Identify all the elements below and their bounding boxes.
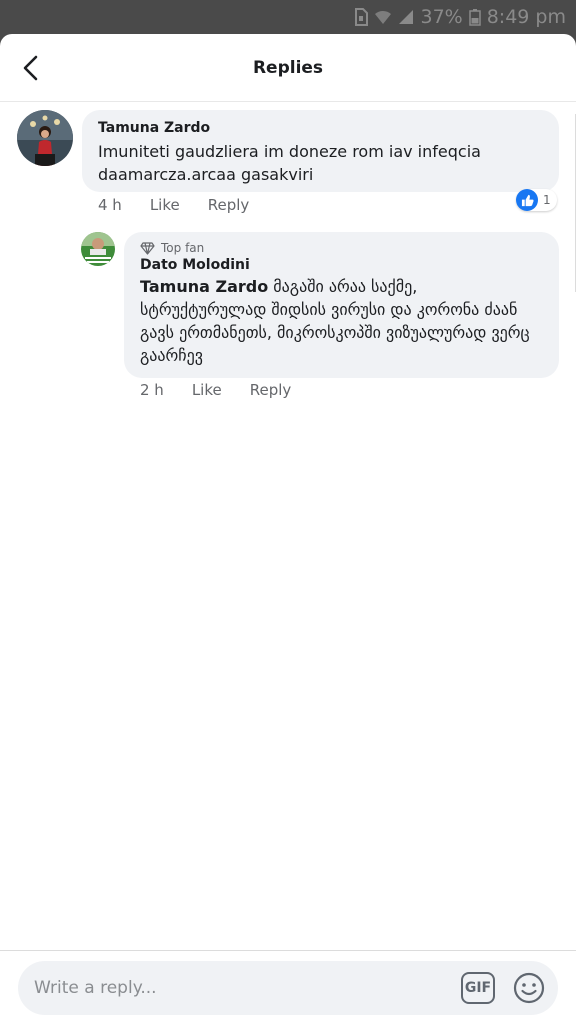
smiley-icon (513, 972, 545, 1004)
replies-sheet: Replies Tamuna Zardo Imuniteti gaudzlier… (0, 34, 576, 1024)
diamond-icon (140, 241, 155, 255)
status-bar: 37% 8:49 pm (0, 0, 576, 34)
emoji-button[interactable] (513, 972, 545, 1004)
reply-text: Tamuna Zardo მაგაში არაა საქმე, სტრუქტურ… (140, 275, 543, 367)
reply-input[interactable] (18, 978, 438, 998)
reaction-count: 1 (543, 193, 551, 207)
scroll-indicator (572, 114, 576, 292)
top-fan-label: Top fan (161, 241, 205, 255)
reply-like-button[interactable]: Like (192, 381, 222, 399)
page-title: Replies (252, 57, 324, 78)
mention-tamuna[interactable]: Tamuna Zardo (140, 277, 268, 296)
like-reaction-icon (516, 189, 538, 211)
avatar-dato[interactable] (81, 232, 115, 266)
reply-actions: 2 h Like Reply (140, 381, 291, 399)
reaction-summary[interactable]: 1 (516, 189, 557, 211)
comment-timestamp: 4 h (98, 196, 122, 214)
comment-bubble: Tamuna Zardo Imuniteti gaudzliera im don… (82, 110, 559, 192)
back-arrow-icon (23, 55, 38, 81)
wifi-icon (374, 9, 392, 25)
comment-author[interactable]: Tamuna Zardo (98, 120, 543, 136)
reply-timestamp: 2 h (140, 381, 164, 399)
avatar-tamuna[interactable] (17, 110, 73, 166)
sim-icon (354, 8, 369, 26)
battery-icon (468, 8, 481, 26)
top-fan-badge: Top fan (140, 241, 543, 255)
signal-icon (398, 9, 414, 25)
reply-bubble: Top fan Dato Molodini Tamuna Zardo მაგაშ… (124, 232, 559, 378)
like-button[interactable]: Like (150, 196, 180, 214)
comment-actions: 4 h Like Reply (98, 196, 249, 214)
reply-reply-button[interactable]: Reply (250, 381, 292, 399)
clock: 8:49 pm (486, 6, 566, 28)
reply-author[interactable]: Dato Molodini (140, 257, 543, 273)
composer-field: GIF (18, 961, 558, 1015)
gif-button[interactable]: GIF (461, 972, 495, 1004)
reply-button[interactable]: Reply (208, 196, 250, 214)
back-button[interactable] (14, 52, 46, 84)
reply-composer: GIF (0, 950, 576, 1024)
header: Replies (0, 34, 576, 102)
battery-percentage: 37% (420, 6, 463, 28)
comment-text: Imuniteti gaudzliera im doneze rom iav i… (98, 142, 481, 184)
